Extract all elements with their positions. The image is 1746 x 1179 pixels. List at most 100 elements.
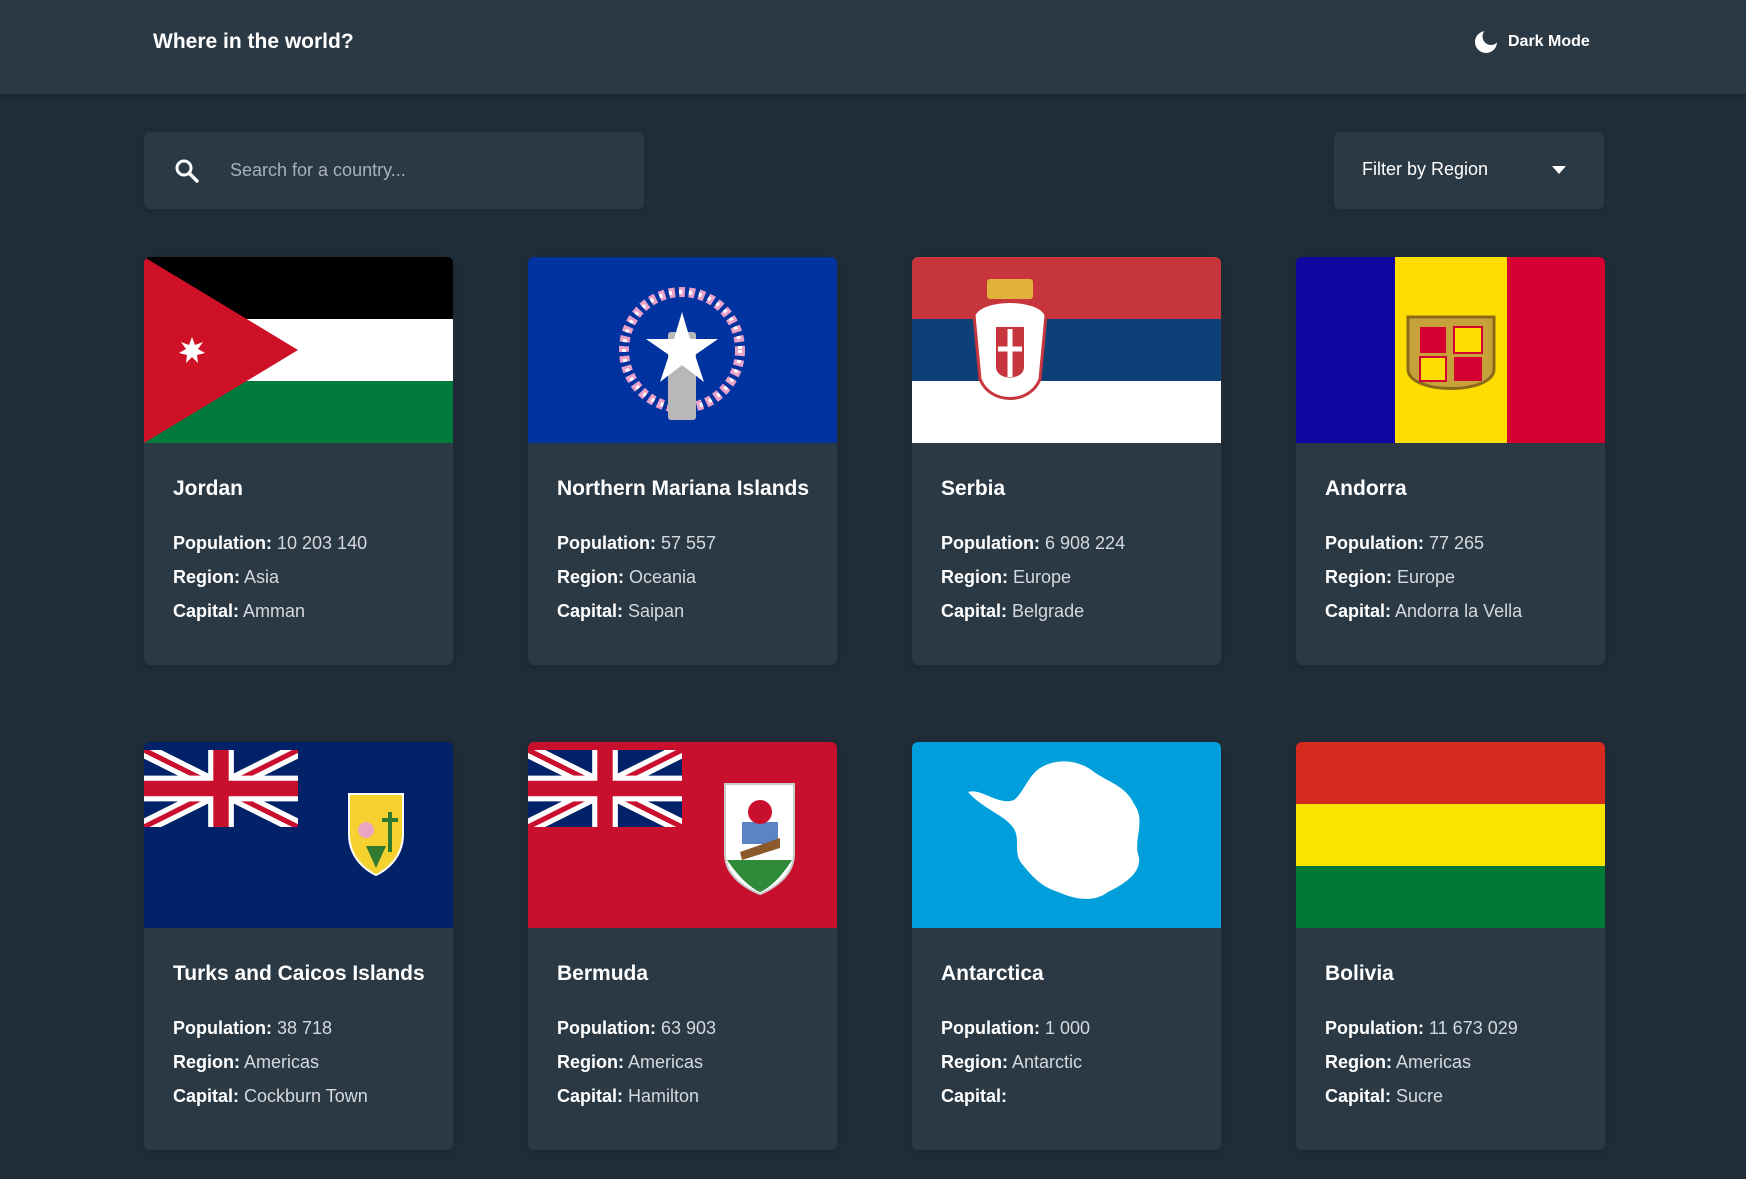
region-value: Europe xyxy=(1013,567,1072,587)
population-stat: Population: 6 908 224 xyxy=(941,526,1213,560)
capital-stat: Capital: Cockburn Town xyxy=(173,1079,445,1113)
dark-mode-label: Dark Mode xyxy=(1508,33,1590,50)
country-card-andorra[interactable]: Andorra Population: 77 265 Region: Europ… xyxy=(1296,257,1605,665)
country-card-turks-and-caicos-islands[interactable]: Turks and Caicos Islands Population: 38 … xyxy=(144,742,453,1150)
region-value: Oceania xyxy=(629,567,697,587)
region-stat: Region: Americas xyxy=(557,1045,829,1079)
turks-and-caicos-flag xyxy=(144,742,453,928)
jordan-flag xyxy=(144,257,453,443)
country-card-jordan[interactable]: Jordan Population: 10 203 140 Region: As… xyxy=(144,257,453,665)
capital-value: Andorra la Vella xyxy=(1395,601,1523,621)
region-stat: Region: Europe xyxy=(1325,560,1597,594)
capital-label: Capital: xyxy=(557,601,624,621)
filter-label: Filter by Region xyxy=(1362,159,1489,179)
capital-label: Capital: xyxy=(173,1086,240,1106)
population-value: 57 557 xyxy=(661,533,717,553)
capital-stat: Capital: Hamilton xyxy=(557,1079,829,1113)
card-body: Andorra Population: 77 265 Region: Europ… xyxy=(1325,477,1597,628)
population-stat: Population: 11 673 029 xyxy=(1325,1011,1597,1045)
andorra-flag xyxy=(1296,257,1605,443)
population-value: 10 203 140 xyxy=(277,533,368,553)
region-label: Region: xyxy=(173,567,240,587)
population-label: Population: xyxy=(173,533,272,553)
region-label: Region: xyxy=(557,1052,624,1072)
region-value: Europe xyxy=(1397,567,1456,587)
region-value: Antarctic xyxy=(1012,1052,1083,1072)
country-name: Turks and Caicos Islands xyxy=(173,962,425,985)
country-card-bermuda[interactable]: Bermuda Population: 63 903 Region: Ameri… xyxy=(528,742,837,1150)
region-stat: Region: Antarctic xyxy=(941,1045,1213,1079)
search-icon xyxy=(175,159,199,183)
northern-mariana-islands-flag xyxy=(528,257,837,443)
card-body: Turks and Caicos Islands Population: 38 … xyxy=(173,962,445,1113)
top-nav-bar: Where in the world? Dark Mode xyxy=(0,0,1746,94)
region-stat: Region: Americas xyxy=(173,1045,445,1079)
capital-stat: Capital: Belgrade xyxy=(941,594,1213,628)
chevron-down-icon xyxy=(1552,166,1566,174)
capital-stat: Capital: Andorra la Vella xyxy=(1325,594,1597,628)
country-name: Bermuda xyxy=(557,962,649,985)
region-value: Asia xyxy=(244,567,280,587)
capital-value: Hamilton xyxy=(628,1086,700,1106)
population-value: 11 673 029 xyxy=(1429,1018,1518,1038)
search-input[interactable] xyxy=(230,132,630,209)
capital-stat: Capital: Sucre xyxy=(1325,1079,1597,1113)
region-label: Region: xyxy=(941,1052,1008,1072)
region-label: Region: xyxy=(557,567,624,587)
region-filter-dropdown[interactable]: Filter by Region xyxy=(1334,132,1604,209)
capital-label: Capital: xyxy=(941,601,1008,621)
country-name: Andorra xyxy=(1325,477,1407,500)
capital-label: Capital: xyxy=(557,1086,624,1106)
card-body: Bolivia Population: 11 673 029 Region: A… xyxy=(1325,962,1597,1113)
population-value: 6 908 224 xyxy=(1045,533,1126,553)
dark-mode-toggle[interactable]: Dark Mode xyxy=(1474,30,1590,54)
country-card-antarctica[interactable]: Antarctica Population: 1 000 Region: Ant… xyxy=(912,742,1221,1150)
capital-value: Amman xyxy=(243,601,306,621)
population-stat: Population: 57 557 xyxy=(557,526,829,560)
region-value: Americas xyxy=(244,1052,320,1072)
capital-label: Capital: xyxy=(1325,1086,1392,1106)
search-bar[interactable] xyxy=(144,132,644,209)
region-label: Region: xyxy=(941,567,1008,587)
region-stat: Region: Americas xyxy=(1325,1045,1597,1079)
country-name: Northern Mariana Islands xyxy=(557,477,810,500)
capital-stat: Capital: Saipan xyxy=(557,594,829,628)
region-label: Region: xyxy=(173,1052,240,1072)
capital-value: Saipan xyxy=(628,601,685,621)
serbia-flag xyxy=(912,257,1221,443)
region-stat: Region: Asia xyxy=(173,560,445,594)
bermuda-flag xyxy=(528,742,837,928)
capital-stat: Capital: Amman xyxy=(173,594,445,628)
country-name: Serbia xyxy=(941,477,1006,500)
population-label: Population: xyxy=(1325,533,1424,553)
population-value: 77 265 xyxy=(1429,533,1485,553)
country-card-serbia[interactable]: Serbia Population: 6 908 224 Region: Eur… xyxy=(912,257,1221,665)
region-stat: Region: Europe xyxy=(941,560,1213,594)
capital-value: Sucre xyxy=(1396,1086,1444,1106)
country-name: Antarctica xyxy=(941,962,1044,985)
population-stat: Population: 63 903 xyxy=(557,1011,829,1045)
population-label: Population: xyxy=(1325,1018,1424,1038)
region-label: Region: xyxy=(1325,1052,1392,1072)
population-stat: Population: 77 265 xyxy=(1325,526,1597,560)
population-stat: Population: 10 203 140 xyxy=(173,526,445,560)
population-stat: Population: 38 718 xyxy=(173,1011,445,1045)
country-card-northern-mariana-islands[interactable]: Northern Mariana Islands Population: 57 … xyxy=(528,257,837,665)
capital-value: Belgrade xyxy=(1012,601,1085,621)
bolivia-flag xyxy=(1296,742,1605,928)
population-stat: Population: 1 000 xyxy=(941,1011,1213,1045)
region-label: Region: xyxy=(1325,567,1392,587)
country-card-bolivia[interactable]: Bolivia Population: 11 673 029 Region: A… xyxy=(1296,742,1605,1150)
capital-label: Capital: xyxy=(941,1086,1008,1106)
population-label: Population: xyxy=(941,1018,1040,1038)
capital-label: Capital: xyxy=(173,601,240,621)
country-name: Bolivia xyxy=(1325,962,1394,985)
card-body: Bermuda Population: 63 903 Region: Ameri… xyxy=(557,962,829,1113)
population-value: 63 903 xyxy=(661,1018,717,1038)
population-value: 38 718 xyxy=(277,1018,333,1038)
population-label: Population: xyxy=(557,1018,656,1038)
region-value: Americas xyxy=(628,1052,704,1072)
population-label: Population: xyxy=(557,533,656,553)
card-body: Serbia Population: 6 908 224 Region: Eur… xyxy=(941,477,1213,628)
app-title: Where in the world? xyxy=(153,30,354,53)
